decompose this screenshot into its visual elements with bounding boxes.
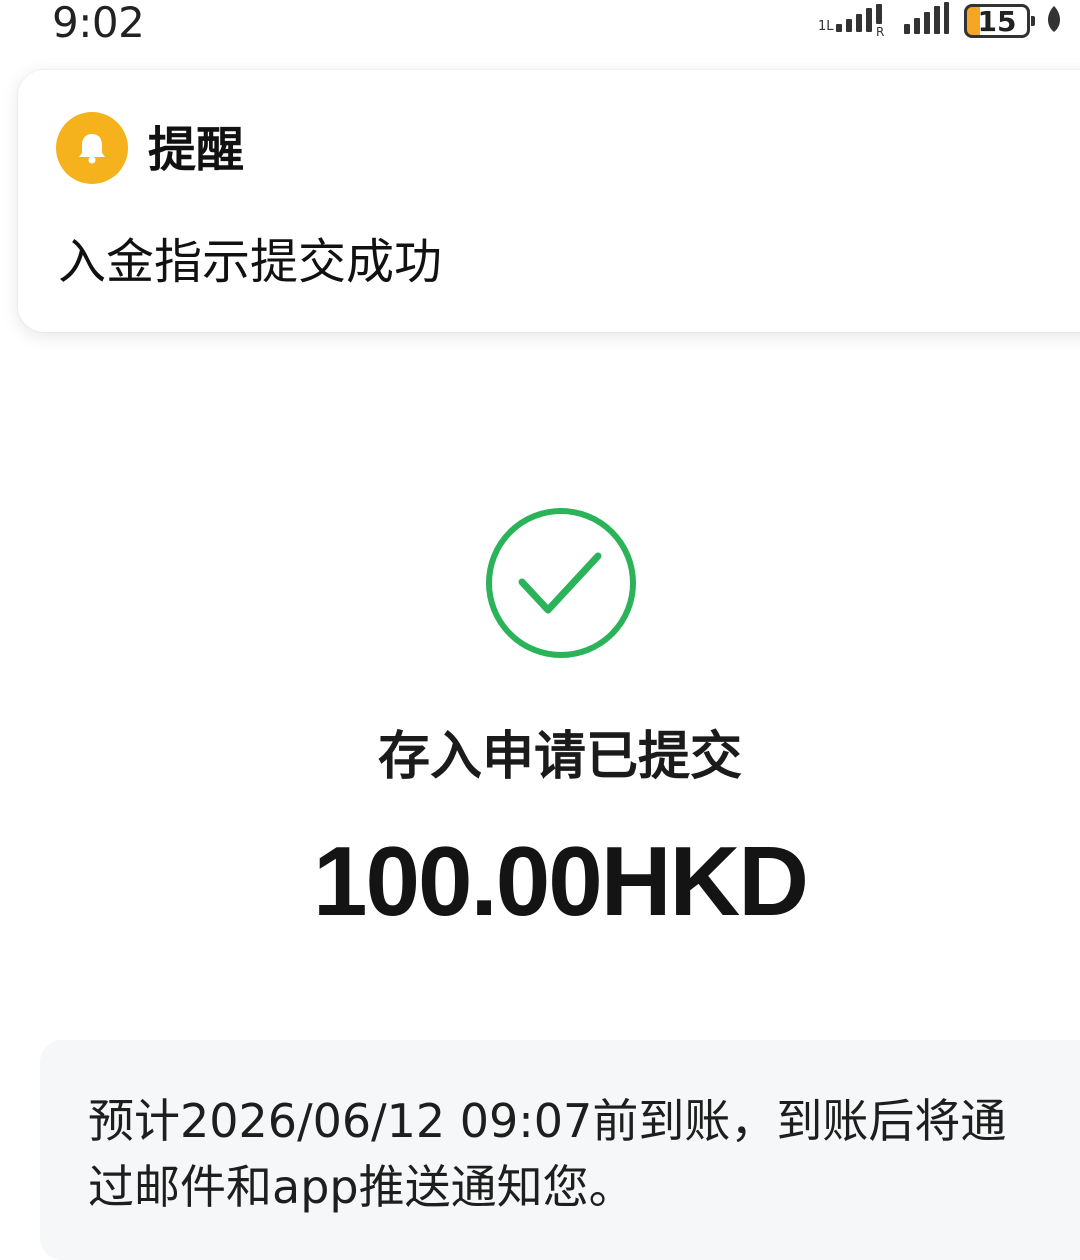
notification-banner[interactable]: 提醒 入金指示提交成功 xyxy=(18,70,1080,332)
notification-body: 入金指示提交成功 xyxy=(58,234,443,290)
status-bar: 9:02 1L R 15 xyxy=(0,0,1080,48)
svg-text:R: R xyxy=(876,25,884,36)
notification-title: 提醒 xyxy=(148,122,245,178)
bell-icon xyxy=(56,112,128,184)
signal-1-icon: 1L R xyxy=(818,2,888,40)
deposit-amount: 100.00HKD xyxy=(312,826,809,936)
leaf-icon xyxy=(1044,4,1064,38)
result-title: 存入申请已提交 xyxy=(377,727,742,787)
status-time: 9:02 xyxy=(52,0,145,47)
check-circle-icon xyxy=(484,506,638,660)
arrival-info-text: 预计2026/06/12 09:07前到账，到账后将通过邮件和app推送通知您。 xyxy=(88,1094,1007,1214)
info-box: 预计2026/06/12 09:07前到账，到账后将通过邮件和app推送通知您。 xyxy=(40,1040,1080,1260)
battery-level: 15 xyxy=(977,4,1017,38)
battery-icon: 15 xyxy=(964,4,1035,38)
svg-text:1L: 1L xyxy=(818,19,834,34)
signal-2-icon xyxy=(902,2,950,40)
status-icons: 1L R 15 xyxy=(818,0,1064,42)
